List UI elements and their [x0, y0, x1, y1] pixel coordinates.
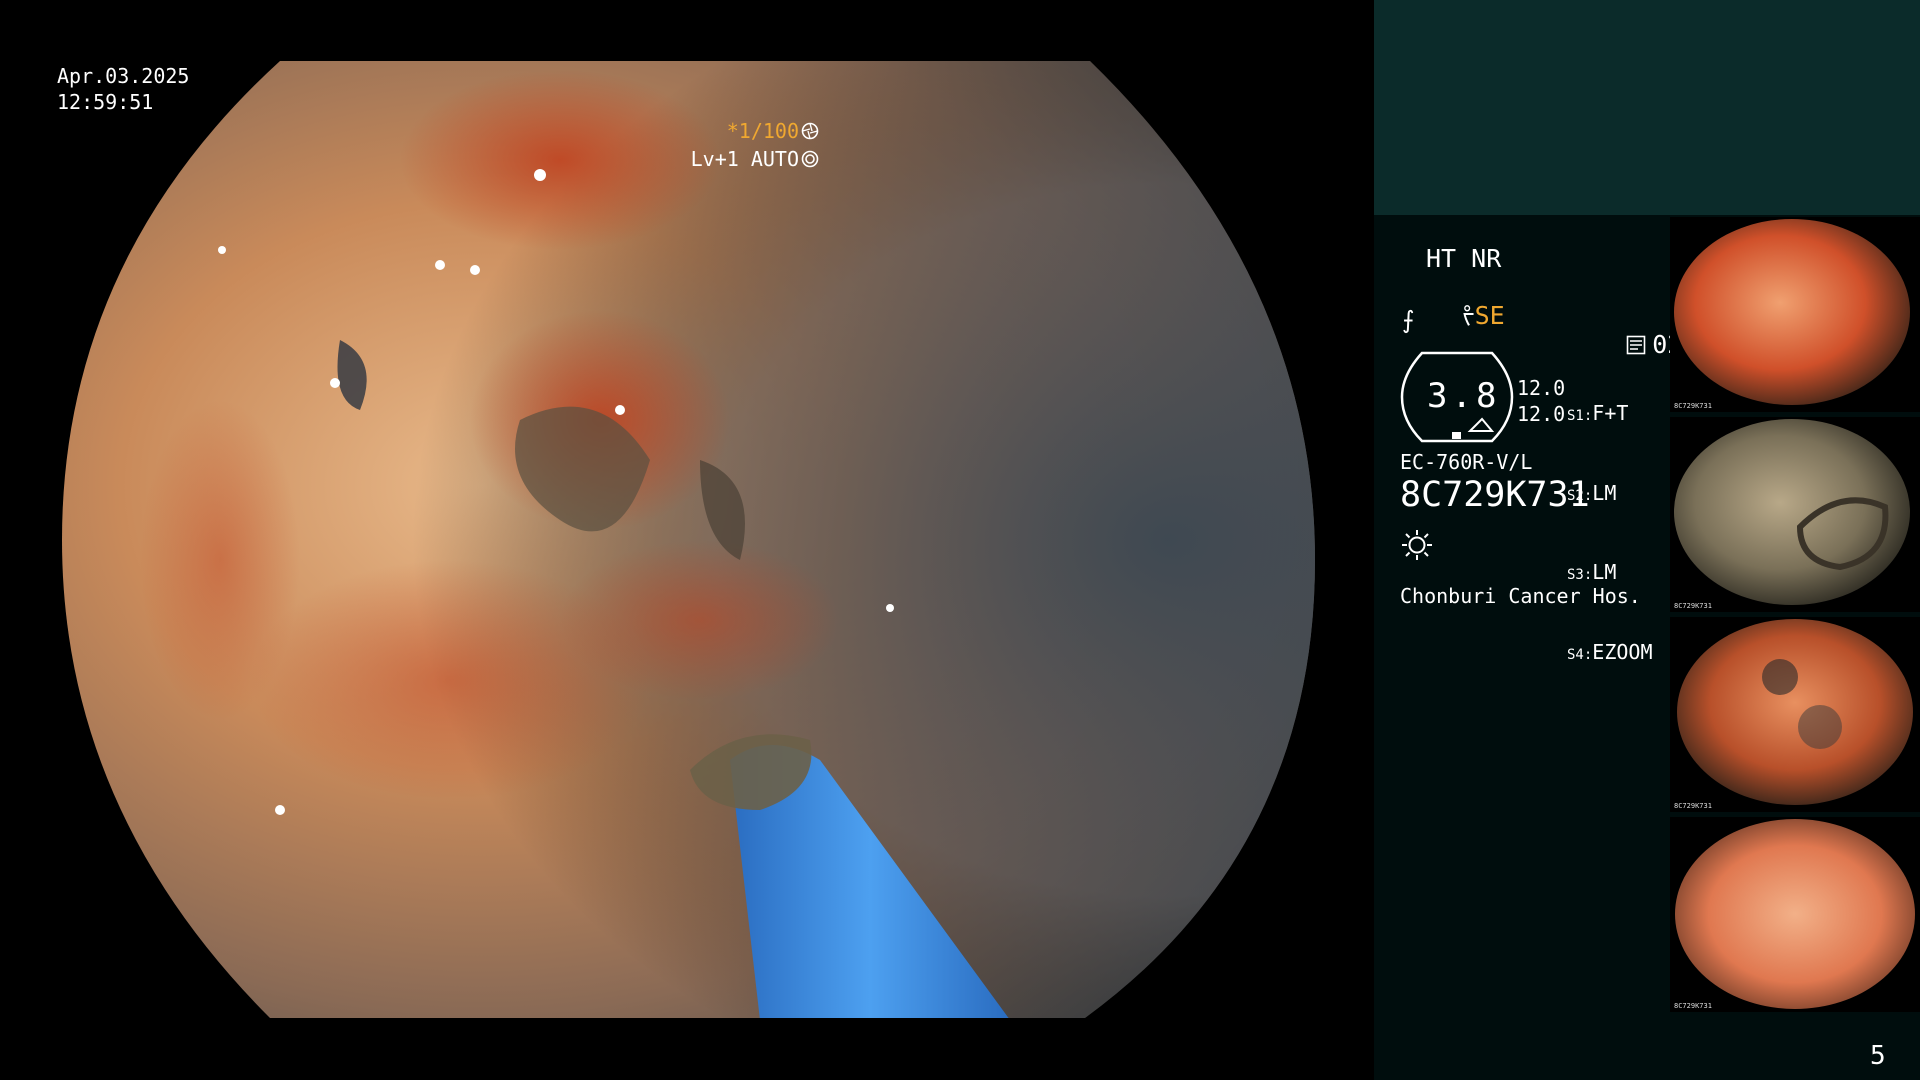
thumbnail-caption: 8C729K731 [1674, 602, 1712, 610]
switch-label: S4: [1567, 646, 1593, 663]
time-readout: 12:59:51 [57, 90, 154, 114]
switch-value: LM [1592, 560, 1617, 584]
se-indicator: ᡷSE [1402, 278, 1505, 353]
light-source-icon [1402, 530, 1432, 560]
scope-serial: 8C729K731 [1400, 475, 1590, 515]
light-level-value: Lv+1 AUTO [690, 147, 799, 171]
switch-row-4: S4:EZOOM [1567, 640, 1653, 669]
switch-value: EZOOM [1592, 639, 1653, 664]
annotation-glyph: ⨍ [1402, 306, 1415, 334]
endoscope-viewport: Apr.03.2025 12:59:51 *1/100 Lv+1 AUTO [0, 0, 1374, 1080]
thumbnail-1[interactable]: 8C729K731 [1670, 217, 1920, 412]
ht-nr-label: HT NR [1426, 244, 1502, 273]
enhance-icon: ᡷ [1462, 301, 1475, 330]
thumbnail-4[interactable]: 8C729K731 [1670, 817, 1920, 1012]
thumbnail-caption: 8C729K731 [1674, 402, 1712, 410]
setting-values: 12.0 12.0 [1517, 375, 1565, 427]
date-readout: Apr.03.2025 [57, 64, 190, 88]
thumbnail-2[interactable]: 8C729K731 [1670, 417, 1920, 612]
magnification-value: 3.8 [1427, 376, 1501, 416]
light-level-readout: Lv+1 AUTO [642, 129, 819, 189]
se-label: SE [1474, 301, 1505, 330]
setting-value-2: 12.0 [1517, 402, 1566, 426]
switch-row-1: S1:F+T [1567, 401, 1653, 430]
switch-value: LM [1592, 480, 1617, 505]
panel-header-block [1374, 0, 1920, 215]
scope-switch-settings: S1:F+T S2:LM S3:LM S4:EZOOM [1567, 350, 1653, 719]
switch-label: S1: [1567, 408, 1593, 424]
scope-model: EC-760R-V/L [1400, 450, 1533, 474]
thumbnail-3[interactable]: 8C729K731 [1670, 617, 1920, 812]
thumbnail-image [1677, 619, 1913, 805]
thumbnail-image [1674, 419, 1910, 605]
switch-label: S3: [1567, 567, 1593, 583]
switch-value: F+T [1592, 401, 1629, 425]
thumbnail-strip: 8C729K731 8C729K731 8C729K731 8C729K731 [1670, 217, 1920, 1017]
setting-value-1: 12.0 [1517, 376, 1566, 400]
status-panel: HT NR ᡷSE ⨍ 02 3.8 12.0 12.0 S1:F+T S2:LM… [1374, 0, 1920, 1080]
iris-icon [801, 150, 819, 168]
thumbnail-image [1674, 219, 1910, 405]
page-number: 5 [1870, 1041, 1886, 1071]
thumbnail-image [1675, 819, 1915, 1009]
hospital-name: Chonburi Cancer Hos. [1400, 584, 1641, 608]
thumbnail-caption: 8C729K731 [1674, 802, 1712, 810]
thumbnail-caption: 8C729K731 [1674, 1002, 1712, 1010]
